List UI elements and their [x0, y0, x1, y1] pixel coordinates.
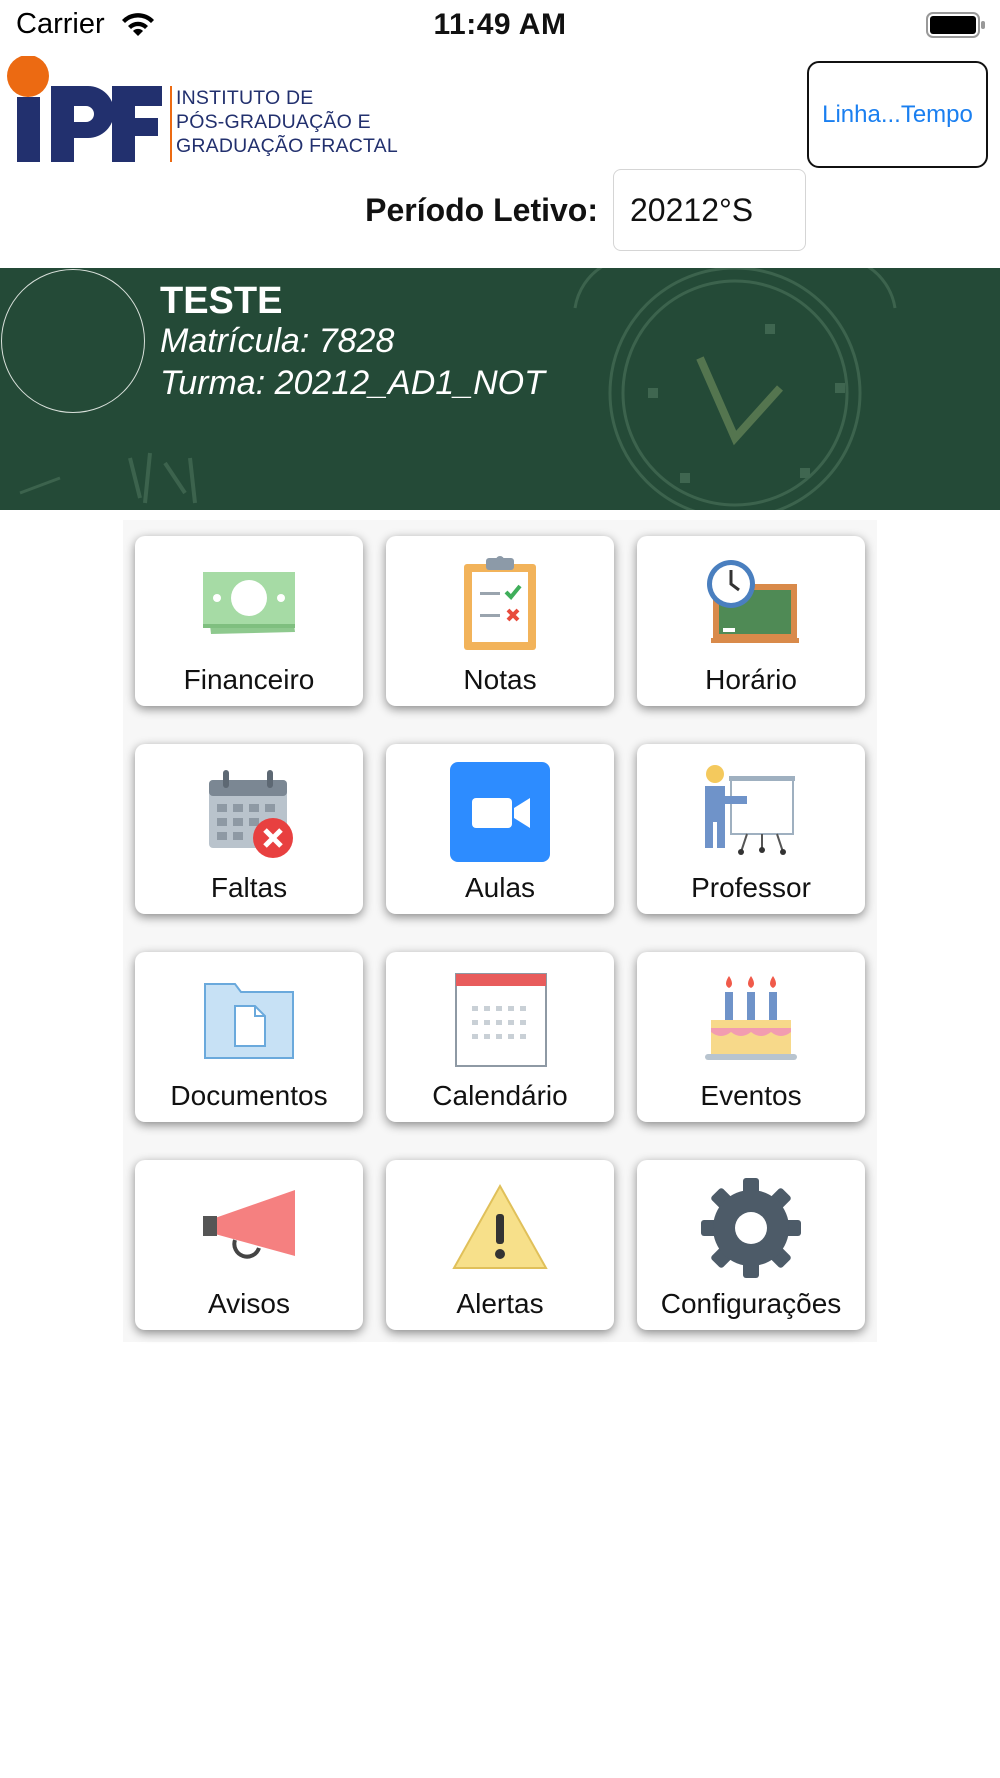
gear-icon	[701, 1178, 801, 1278]
menu-label: Financeiro	[183, 664, 315, 695]
teacher-icon	[705, 765, 795, 855]
student-name: TESTE	[160, 280, 283, 322]
menu-label: Professor	[691, 872, 811, 903]
megaphone-icon	[203, 1190, 295, 1259]
menu-label: Notas	[463, 664, 537, 695]
menu-label: Documentos	[170, 1080, 328, 1111]
menu-grid: Financeiro Notas Horário Faltas Aulas Pr…	[123, 520, 877, 1342]
clock-board-icon	[707, 560, 799, 643]
menu-item-financeiro[interactable]: Financeiro	[135, 536, 363, 706]
menu-label: Eventos	[700, 1080, 802, 1111]
menu-item-professor[interactable]: Professor	[637, 744, 865, 914]
menu-item-calendario[interactable]: Calendário	[386, 952, 614, 1122]
menu-item-horario[interactable]: Horário	[637, 536, 865, 706]
period-select[interactable]: 20212°S	[613, 169, 806, 251]
menu-label: Faltas	[210, 872, 288, 903]
status-bar: Carrier 11:49 AM	[0, 0, 1000, 52]
menu-item-faltas[interactable]: Faltas	[135, 744, 363, 914]
menu-label: Horário	[705, 664, 797, 695]
timeline-button[interactable]: Linha...Tempo	[807, 61, 988, 168]
avatar[interactable]	[1, 269, 145, 413]
menu-label: Avisos	[208, 1288, 290, 1319]
menu-label: Alertas	[456, 1288, 544, 1319]
video-camera-icon	[450, 762, 550, 862]
menu-label: Calendário	[432, 1080, 568, 1111]
menu-item-documentos[interactable]: Documentos	[135, 952, 363, 1122]
logo-line: PÓS-GRADUAÇÃO E	[176, 111, 371, 133]
calendar-icon	[455, 973, 547, 1067]
student-registration: Matrícula: 7828	[160, 322, 395, 360]
menu-label: Configurações	[660, 1288, 842, 1319]
warning-icon	[452, 1183, 548, 1269]
menu-item-aulas[interactable]: Aulas	[386, 744, 614, 914]
logo-line: INSTITUTO DE	[176, 87, 314, 109]
menu-item-eventos[interactable]: Eventos	[637, 952, 865, 1122]
logo-text: INSTITUTO DE PÓS-GRADUAÇÃO E GRADUAÇÃO F…	[176, 86, 398, 158]
battery-icon	[926, 12, 985, 38]
money-icon	[203, 572, 295, 634]
student-banner: TESTE Matrícula: 7828 Turma: 20212_AD1_N…	[0, 268, 1000, 510]
menu-item-notas[interactable]: Notas	[386, 536, 614, 706]
period-label: Período Letivo:	[365, 192, 598, 228]
status-time: 11:49 AM	[433, 8, 567, 41]
logo-line: GRADUAÇÃO FRACTAL	[176, 135, 398, 157]
menu-item-avisos[interactable]: Avisos	[135, 1160, 363, 1330]
folder-document-icon	[204, 983, 294, 1059]
birthday-cake-icon	[705, 976, 797, 1060]
calendar-cancel-icon	[209, 770, 293, 858]
menu-item-alertas[interactable]: Alertas	[386, 1160, 614, 1330]
student-class: Turma: 20212_AD1_NOT	[160, 364, 545, 402]
clipboard-icon	[464, 556, 536, 650]
menu-label: Aulas	[464, 872, 536, 903]
menu-item-configuracoes[interactable]: Configurações	[637, 1160, 865, 1330]
